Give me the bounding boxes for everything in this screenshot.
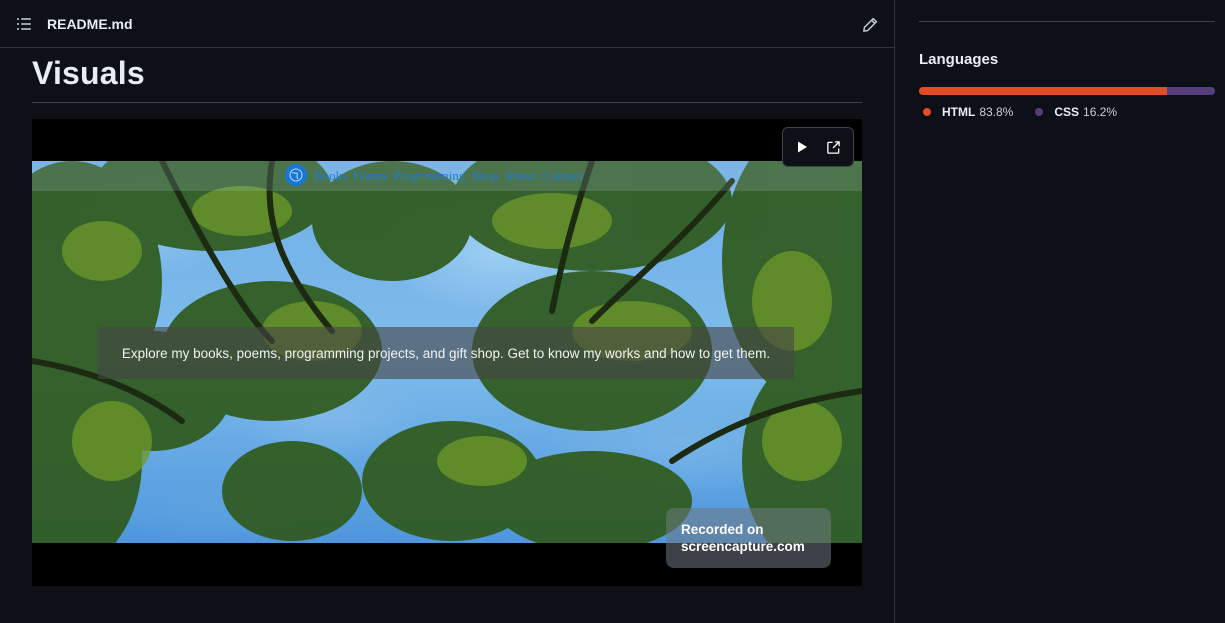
language-color-dot xyxy=(923,108,931,116)
language-name: HTML xyxy=(942,105,976,119)
language-bar-segment-html xyxy=(919,87,1168,95)
site-nav-links: Books Poems Programming Shop About Conta… xyxy=(314,168,583,184)
tagline-banner: Explore my books, poems, programming pro… xyxy=(98,327,794,379)
language-name: CSS xyxy=(1054,105,1080,119)
site-nav-link-books[interactable]: Books xyxy=(314,168,347,184)
readme-panel: README.md Visuals Books Poems Programmin… xyxy=(0,0,894,623)
play-icon[interactable] xyxy=(790,135,814,159)
language-item-css[interactable]: CSS 16.2% xyxy=(1035,105,1117,119)
video-player[interactable]: Books Poems Programming Shop About Conta… xyxy=(32,119,862,586)
file-name: README.md xyxy=(47,16,133,32)
repo-sidebar: Languages HTML 83.8% CSS 16.2% xyxy=(895,0,1225,623)
tagline-text: Explore my books, poems, programming pro… xyxy=(121,345,771,361)
recording-watermark: Recorded on screencapture.com xyxy=(666,508,831,568)
site-nav-link-programming[interactable]: Programming xyxy=(394,168,466,184)
readme-header: README.md xyxy=(0,0,894,48)
languages-title: Languages xyxy=(919,51,999,68)
language-item-html[interactable]: HTML 83.8% xyxy=(923,105,1013,119)
languages-list: HTML 83.8% CSS 16.2% xyxy=(923,105,1117,119)
languages-bar xyxy=(919,87,1215,95)
page: README.md Visuals Books Poems Programmin… xyxy=(0,0,1225,623)
language-color-dot xyxy=(1035,108,1044,116)
video-controls xyxy=(782,127,854,167)
list-unordered-icon[interactable] xyxy=(14,14,34,34)
language-percent: 83.8% xyxy=(979,105,1014,119)
globe-icon[interactable] xyxy=(285,164,307,186)
site-nav-link-contact[interactable]: Contact xyxy=(543,168,583,184)
section-heading: Visuals xyxy=(32,55,145,91)
link-external-icon[interactable] xyxy=(822,135,846,159)
heading-divider xyxy=(32,102,862,103)
watermark-line-2: screencapture.com xyxy=(681,539,805,554)
language-bar-segment-css xyxy=(1167,87,1215,95)
pencil-icon[interactable] xyxy=(859,14,881,36)
site-nav-link-about[interactable]: About xyxy=(504,168,537,184)
video-frame: Books Poems Programming Shop About Conta… xyxy=(32,161,862,543)
site-nav-link-shop[interactable]: Shop xyxy=(471,168,498,184)
watermark-line-1: Recorded on xyxy=(681,522,764,537)
language-percent: 16.2% xyxy=(1083,105,1118,119)
site-nav-link-poems[interactable]: Poems xyxy=(353,168,388,184)
sidebar-divider xyxy=(919,21,1215,22)
site-nav-bar: Books Poems Programming Shop About Conta… xyxy=(32,161,862,191)
